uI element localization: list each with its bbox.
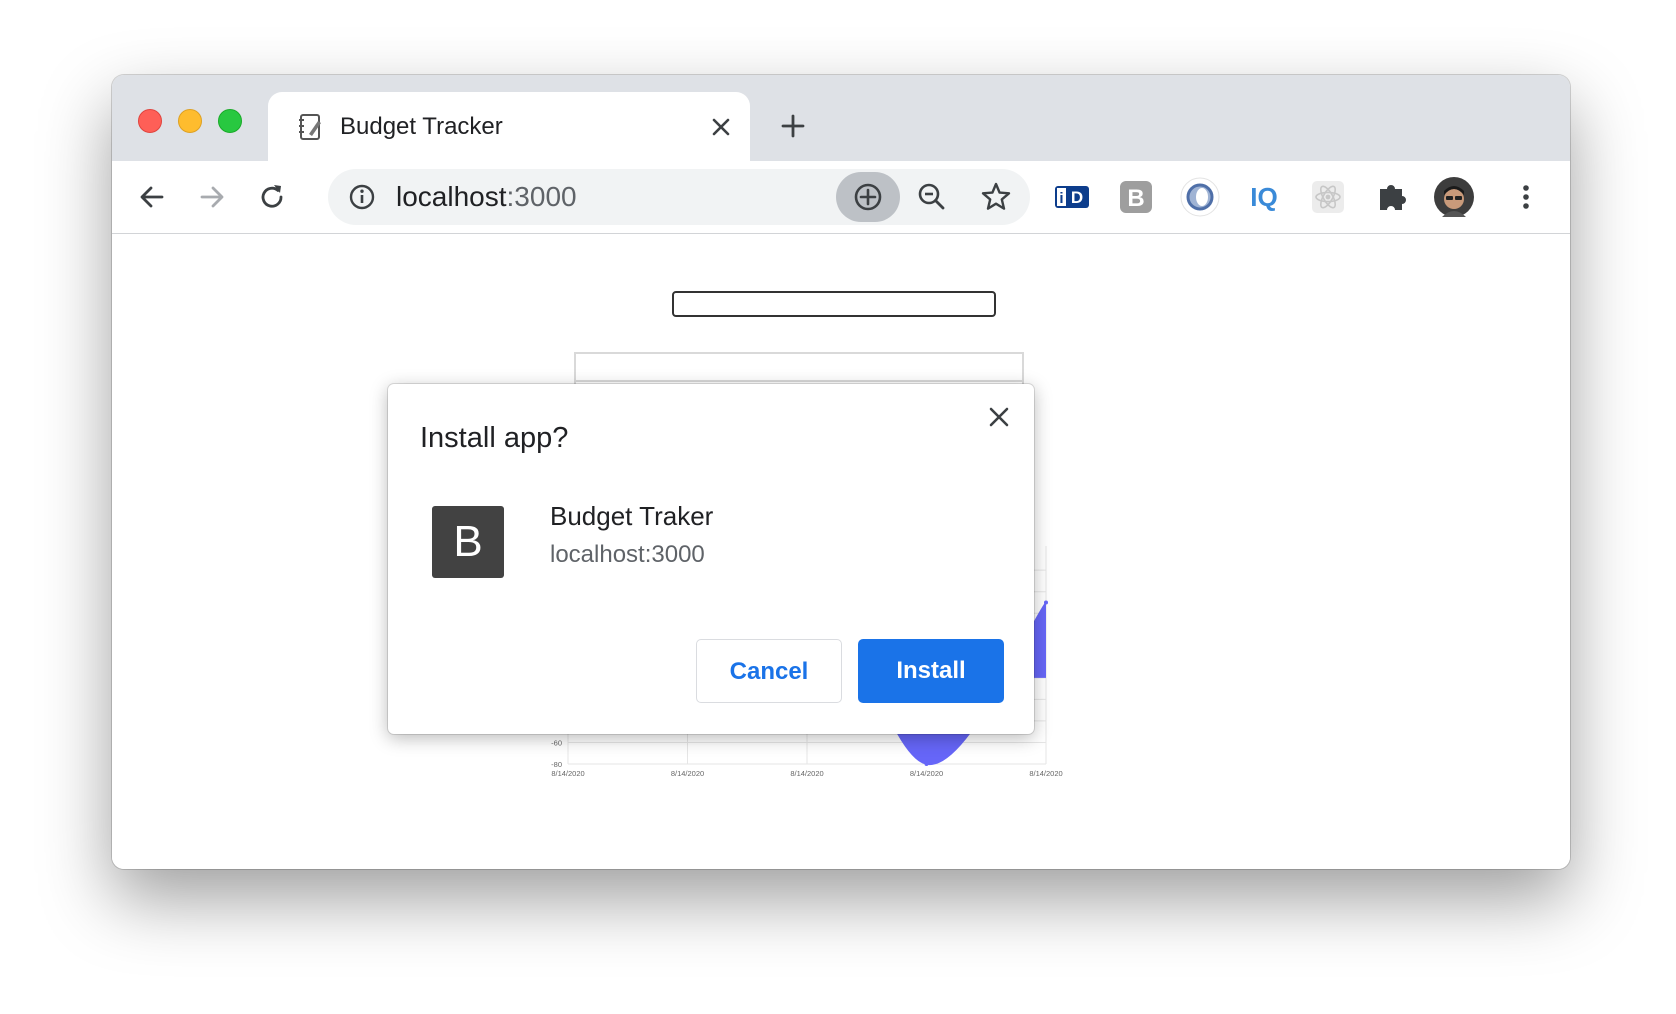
tab-title: Budget Tracker bbox=[340, 113, 503, 140]
url-host: localhost bbox=[396, 181, 507, 212]
iq-extension-icon[interactable]: IQ bbox=[1244, 177, 1284, 217]
bookmark-star-icon[interactable] bbox=[980, 181, 1012, 213]
svg-text:i: i bbox=[1059, 190, 1063, 207]
dialog-title: Install app? bbox=[420, 422, 569, 454]
y-tick-label: -80 bbox=[551, 760, 562, 769]
browser-window: Budget Tracker localhost:3000 i D B IQ -… bbox=[112, 75, 1570, 869]
notebook-icon bbox=[299, 114, 321, 140]
x-tick-label: 8/14/2020 bbox=[671, 769, 704, 778]
id-extension-icon[interactable]: i D bbox=[1052, 177, 1092, 217]
puzzle-extensions-icon[interactable] bbox=[1372, 177, 1412, 217]
x-tick-label: 8/14/2020 bbox=[790, 769, 823, 778]
app-name: Budget Traker bbox=[550, 501, 714, 531]
app-icon: B bbox=[432, 506, 504, 578]
site-info-icon[interactable] bbox=[348, 183, 376, 211]
svg-text:IQ: IQ bbox=[1250, 182, 1277, 212]
app-origin: localhost:3000 bbox=[550, 541, 705, 568]
data-point bbox=[1044, 600, 1048, 605]
svg-text:D: D bbox=[1071, 188, 1083, 207]
browser-toolbar: localhost:3000 i D B IQ bbox=[112, 161, 1570, 234]
close-window-button[interactable] bbox=[138, 109, 162, 133]
new-tab-icon[interactable] bbox=[780, 113, 806, 139]
x-tick-label: 8/14/2020 bbox=[910, 769, 943, 778]
zoom-out-icon[interactable] bbox=[916, 181, 948, 213]
address-bar[interactable]: localhost:3000 bbox=[328, 169, 1030, 225]
minimize-window-button[interactable] bbox=[178, 109, 202, 133]
cancel-button[interactable]: Cancel bbox=[696, 639, 842, 703]
url-port: :3000 bbox=[506, 181, 577, 212]
forward-arrow-icon[interactable] bbox=[196, 181, 228, 213]
x-tick-label: 8/14/2020 bbox=[551, 769, 584, 778]
table-divider bbox=[576, 380, 1022, 382]
bootstrap-extension-icon[interactable]: B bbox=[1116, 177, 1156, 217]
close-dialog-icon[interactable] bbox=[986, 404, 1012, 430]
back-arrow-icon[interactable] bbox=[136, 181, 168, 213]
reload-icon[interactable] bbox=[256, 181, 288, 213]
react-devtools-icon[interactable] bbox=[1308, 177, 1348, 217]
install-app-button[interactable] bbox=[836, 172, 900, 222]
tab-budget-tracker[interactable]: Budget Tracker bbox=[268, 92, 750, 161]
kebab-menu-icon[interactable] bbox=[1506, 177, 1546, 217]
background-input[interactable] bbox=[672, 291, 996, 317]
data-point bbox=[924, 762, 929, 766]
install-button[interactable]: Install bbox=[858, 639, 1004, 703]
install-app-dialog: Install app? B Budget Traker localhost:3… bbox=[388, 384, 1034, 734]
maximize-window-button[interactable] bbox=[218, 109, 242, 133]
svg-text:B: B bbox=[1127, 185, 1144, 212]
y-tick-label: -60 bbox=[551, 738, 562, 747]
ring-extension-icon[interactable] bbox=[1180, 177, 1220, 217]
tab-strip: Budget Tracker bbox=[112, 75, 1570, 161]
profile-avatar[interactable] bbox=[1434, 177, 1474, 217]
install-plus-icon bbox=[854, 183, 882, 211]
x-tick-label: 8/14/2020 bbox=[1029, 769, 1062, 778]
page-content: 100806040200-20-40-60-808/14/20208/14/20… bbox=[112, 234, 1570, 869]
close-tab-icon[interactable] bbox=[708, 114, 734, 140]
url-text[interactable]: localhost:3000 bbox=[396, 181, 577, 213]
